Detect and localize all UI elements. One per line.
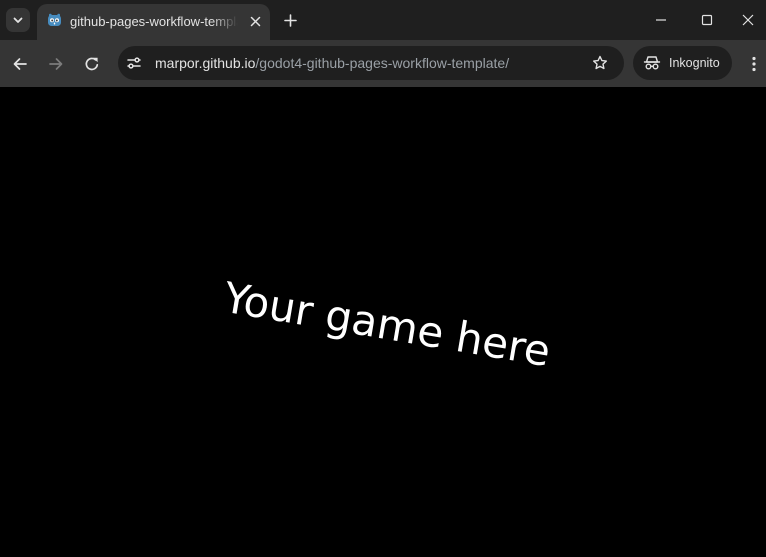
plus-icon [283, 13, 297, 27]
incognito-label: Inkognito [669, 56, 720, 70]
maximize-button[interactable] [684, 0, 730, 40]
url-path: /godot4-github-pages-workflow-template/ [255, 55, 510, 71]
tab-close-button[interactable] [245, 11, 265, 31]
game-canvas[interactable]: Your game here [0, 87, 766, 557]
address-bar[interactable]: marpor.github.io/godot4-github-pages-wor… [118, 46, 624, 80]
star-icon [592, 55, 608, 71]
arrow-right-icon [48, 56, 64, 72]
tab-strip: github-pages-workflow-template [0, 0, 766, 40]
toolbar: marpor.github.io/godot4-github-pages-wor… [0, 40, 766, 87]
url-host: marpor.github.io [155, 55, 256, 71]
minimize-button[interactable] [638, 0, 684, 40]
game-placeholder-text: Your game here [220, 272, 554, 377]
new-tab-button[interactable] [278, 8, 302, 32]
close-icon [250, 16, 261, 27]
tune-icon [126, 55, 142, 71]
browser-menu-button[interactable] [742, 50, 766, 78]
more-vert-icon [752, 56, 756, 72]
forward-button[interactable] [42, 50, 70, 78]
close-window-button[interactable] [730, 0, 766, 40]
url-text: marpor.github.io/godot4-github-pages-wor… [155, 54, 509, 72]
tab-active[interactable]: github-pages-workflow-template [37, 4, 270, 40]
arrow-left-icon [12, 56, 28, 72]
incognito-icon [643, 54, 661, 72]
close-icon [742, 14, 754, 26]
tab-search-button[interactable] [6, 8, 30, 32]
minimize-icon [655, 14, 667, 26]
reload-icon [84, 56, 100, 72]
chevron-down-icon [12, 14, 24, 26]
maximize-icon [701, 14, 713, 26]
tab-title: github-pages-workflow-template [70, 14, 238, 29]
back-button[interactable] [6, 50, 34, 78]
browser-window: github-pages-workflow-template marpor.gi… [0, 0, 766, 557]
bookmark-button[interactable] [588, 51, 612, 75]
reload-button[interactable] [78, 50, 106, 78]
site-info-button[interactable] [122, 51, 146, 75]
godot-icon [47, 13, 62, 28]
incognito-indicator[interactable]: Inkognito [633, 46, 732, 80]
